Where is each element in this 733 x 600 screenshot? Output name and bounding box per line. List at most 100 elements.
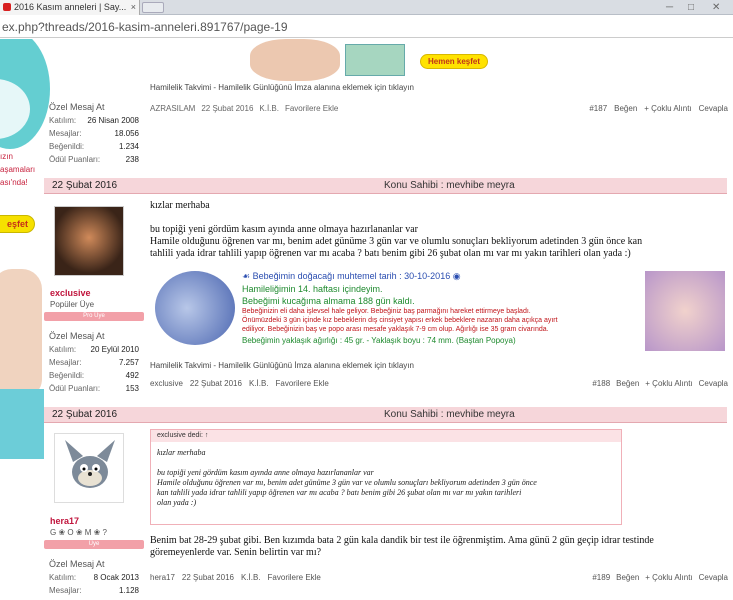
post-line: bu topiği yeni gördüm kasım ayında anne …: [150, 224, 418, 235]
topic-owner: Konu Sahibi : mevhibe meyra: [384, 180, 515, 191]
quote-line: kan tahlili yada idrar tahlili yapıp öğr…: [157, 488, 522, 497]
close-window-button[interactable]: ✕: [712, 0, 720, 15]
like-link[interactable]: Beğen: [616, 379, 639, 388]
quote-line: kızlar merhaba: [157, 448, 206, 457]
belly-image: [155, 271, 235, 345]
kib-link[interactable]: K.İ.B.: [241, 573, 261, 582]
due-date: ☙ Bebeğimin doğacağı muhtemel tarih : 30…: [242, 271, 461, 282]
private-message-link[interactable]: Özel Mesaj At: [44, 558, 144, 571]
multi-quote-link[interactable]: + Çoklu Alıntı: [645, 573, 692, 582]
reply-link[interactable]: Cevapla: [699, 573, 728, 582]
label: Mesajlar:: [49, 129, 82, 138]
tab-close-icon[interactable]: ×: [131, 0, 136, 15]
info-text: Önümüzdeki 3 gün içinde kız bebeklerin d…: [242, 317, 558, 324]
likes-row: Beğenildi: 1.234: [44, 140, 144, 153]
avatar[interactable]: [54, 433, 124, 503]
username[interactable]: hera17: [50, 516, 79, 526]
multi-quote-link[interactable]: + Çoklu Alıntı: [644, 104, 691, 113]
label: Beğenildi:: [49, 142, 85, 151]
maximize-button[interactable]: □: [688, 0, 694, 15]
user-info-2: Özel Mesaj At Katılım: 20 Eylül 2010 Mesa…: [44, 330, 144, 395]
post-date: 22 Şubat 2016: [181, 573, 234, 582]
address-bar[interactable]: ex.php?threads/2016-kasim-anneleri.89176…: [0, 16, 733, 38]
size-text: Bebeğimin yaklaşık ağırlığı : 45 gr. - Y…: [242, 336, 516, 345]
post-header-date: 22 Şubat 2016: [52, 180, 118, 191]
messages-row: Mesajlar: 1.128: [44, 584, 144, 597]
ad-baby-image: [0, 269, 42, 399]
post-meta: exclusive 22 Şubat 2016 K.İ.B. Favorilere E…: [150, 379, 336, 388]
label: Mesajlar:: [49, 358, 82, 367]
value: 26 Nisan 2008: [87, 116, 139, 125]
post-actions: #189 Beğen + Çoklu Alıntı Cevapla: [586, 573, 728, 582]
multi-quote-link[interactable]: + Çoklu Alıntı: [645, 379, 692, 388]
post-author[interactable]: hera17: [150, 573, 175, 582]
days-left-text: Bebeğimi kucağıma almama 188 gün kaldı.: [242, 296, 415, 306]
favorite-link[interactable]: Favorilere Ekle: [285, 104, 338, 113]
info-text: Bebeğinizin eli daha işlevsel hale geliy…: [242, 308, 531, 315]
post-number[interactable]: #187: [589, 104, 607, 113]
user-info-3: Özel Mesaj At Katılım: 8 Ocak 2013 Mesajl…: [44, 558, 144, 597]
ad-discover-button[interactable]: Hemen keşfet: [420, 54, 488, 69]
join-date-row: Katılım: 8 Ocak 2013: [44, 571, 144, 584]
post-author[interactable]: AZRASILAM: [150, 104, 195, 113]
signature-link[interactable]: Hamilelik Takvimi - Hamilelik Günlüğünü …: [150, 361, 414, 370]
username[interactable]: exclusive: [50, 288, 91, 298]
like-link[interactable]: Beğen: [614, 104, 637, 113]
label: Katılım:: [49, 116, 77, 125]
pregnancy-tracker-widget[interactable]: ☙ Bebeğimin doğacağı muhtemel tarih : 30…: [150, 269, 727, 351]
quote-block: exclusive dedi: ↑ kızlar merhaba bu topi…: [150, 429, 622, 525]
fetus-image: [645, 271, 725, 351]
ad-left-button[interactable]: eşfet: [0, 215, 35, 233]
week-text: Hamileliğimin 14. haftası içindeyim.: [242, 284, 383, 294]
messages-row: Mesajlar: 18.056: [44, 127, 144, 140]
minimize-button[interactable]: ─: [666, 0, 673, 15]
topic-owner: Konu Sahibi : mevhibe meyra: [384, 409, 515, 420]
avatar[interactable]: [54, 206, 124, 276]
favorite-link[interactable]: Favorilere Ekle: [268, 573, 321, 582]
quote-body: kızlar merhaba bu topiği yeni gördüm kas…: [151, 442, 621, 514]
award-row: Ödül Puanları: 153: [44, 382, 144, 395]
signature-link[interactable]: Hamilelik Takvimi - Hamilelik Günlüğünü …: [150, 83, 414, 92]
kib-link[interactable]: K.İ.B.: [249, 379, 269, 388]
private-message-link[interactable]: Özel Mesaj At: [44, 330, 144, 343]
post-body: kızlar merhaba bu topiği yeni gördüm kas…: [150, 200, 642, 260]
new-tab-button[interactable]: [142, 2, 164, 13]
user-rank-badge: Üye: [44, 540, 144, 549]
join-date-row: Katılım: 20 Eylül 2010: [44, 343, 144, 356]
favorite-link[interactable]: Favorilere Ekle: [276, 379, 329, 388]
post-line: kızlar merhaba: [150, 200, 210, 211]
post-actions: #188 Beğen + Çoklu Alıntı Cevapla: [586, 379, 728, 388]
cat-cartoon-icon: [65, 440, 115, 488]
private-message-link[interactable]: Özel Mesaj At: [44, 101, 144, 114]
label: Mesajlar:: [49, 586, 82, 595]
value: 7.257: [118, 358, 139, 367]
due-date-text: Bebeğimin doğacağı muhtemel tarih : 30-1…: [252, 271, 451, 281]
post-actions: #187 Beğen + Çoklu Alıntı Cevapla: [582, 104, 728, 113]
quote-line: Hamile olduğunu öğrenen var mı, benim ad…: [157, 478, 537, 487]
kib-link[interactable]: K.İ.B.: [259, 104, 279, 113]
post-meta: hera17 22 Şubat 2016 K.İ.B. Favorilere Ekle: [150, 573, 328, 582]
post-body: Benim bat 28-29 şubat gibi. Ben kızımda …: [150, 535, 725, 559]
label: Ödül Puanları:: [49, 384, 101, 393]
ad-text-1: ızın: [0, 152, 13, 161]
post-date: 22 Şubat 2016: [189, 379, 242, 388]
globe-icon: ◉: [452, 271, 461, 281]
post-number[interactable]: #188: [592, 379, 610, 388]
top-advertisement[interactable]: Hemen keşfet: [190, 39, 490, 81]
quote-header[interactable]: exclusive dedi: ↑: [151, 430, 621, 442]
post-author[interactable]: exclusive: [150, 379, 183, 388]
reply-link[interactable]: Cevapla: [699, 379, 728, 388]
ad-text-3: ası'nda!: [0, 178, 28, 187]
value: 153: [125, 384, 139, 393]
left-advertisement[interactable]: ızın aşamaları ası'nda! eşfet: [0, 39, 50, 600]
award-row: Ödül Puanları: 238: [44, 153, 144, 166]
browser-tab-bar: 2016 Kasım anneleri | Say... × ─ □ ✕: [0, 0, 733, 15]
stork-icon: ☙: [242, 271, 253, 281]
browser-tab[interactable]: 2016 Kasım anneleri | Say... ×: [0, 0, 140, 15]
user-title: G ❀ O ❀ M ❀ ?: [50, 528, 108, 537]
label: Beğenildi:: [49, 371, 85, 380]
like-link[interactable]: Beğen: [616, 573, 639, 582]
reply-link[interactable]: Cevapla: [699, 104, 728, 113]
value: 8 Ocak 2013: [93, 573, 139, 582]
post-number[interactable]: #189: [592, 573, 610, 582]
